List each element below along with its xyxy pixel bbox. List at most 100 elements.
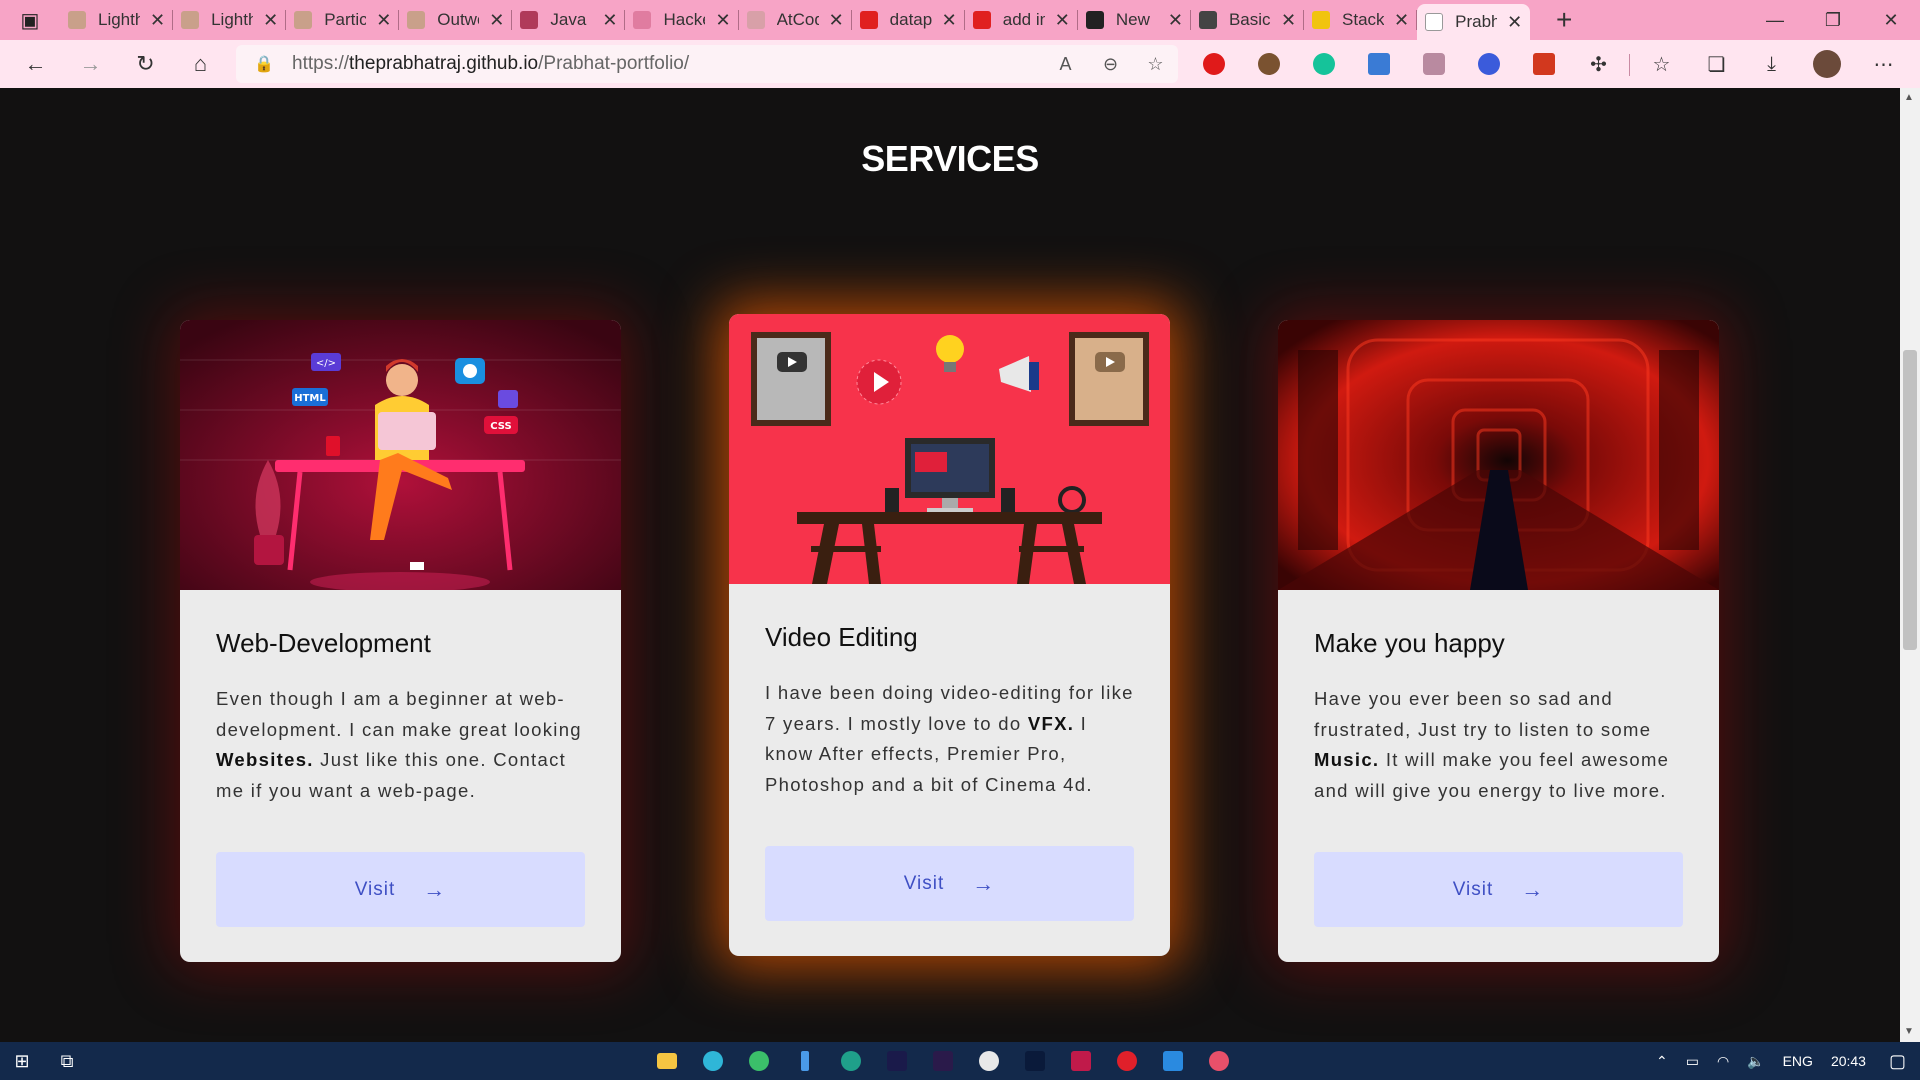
edge-dev-icon[interactable] [828,1042,874,1080]
opera-icon[interactable] [1104,1042,1150,1080]
premiere-pro-icon[interactable] [920,1042,966,1080]
address-bar[interactable]: 🔒 https://theprabhatraj.github.io/Prabha… [236,45,1178,83]
close-tab-icon[interactable]: ✕ [1394,10,1409,31]
back-icon[interactable]: ← [8,40,63,88]
browser-tab[interactable]: Outworld ✕ [399,0,513,40]
tab-favicon-icon [68,11,86,29]
tab-title: Lighthouse [211,10,254,29]
html-badge-label: HTML [294,393,326,404]
new-tab-button[interactable]: + [1544,4,1584,36]
pen-app-icon[interactable] [782,1042,828,1080]
close-window-icon[interactable]: ✕ [1862,0,1920,40]
visit-button-web-development[interactable]: Visit → [216,852,585,927]
bookmark-extension-icon[interactable] [1516,40,1571,88]
url-text[interactable]: https://theprabhatraj.github.io/Prabhat-… [292,53,1043,75]
tab-title: add in [1002,10,1045,29]
browser-tab[interactable]: Lighthouse ✕ [60,0,174,40]
browser-tab[interactable]: Prabhat ✕ [1417,4,1531,40]
browser-tab[interactable]: Hackerrank ✕ [625,0,739,40]
close-tab-icon[interactable]: ✕ [150,10,165,31]
close-tab-icon[interactable]: ✕ [942,10,957,31]
more-menu-icon[interactable]: ⋯ [1856,40,1911,88]
vscode-icon[interactable] [1150,1042,1196,1080]
restore-icon[interactable]: ❐ [1804,0,1862,40]
battery-icon[interactable]: ▭ [1677,1053,1708,1070]
show-hidden-icons-icon[interactable]: ⌃ [1647,1053,1677,1070]
close-tab-icon[interactable]: ✕ [602,10,617,31]
volume-icon[interactable]: 🔈 [1738,1053,1773,1070]
browser-tab[interactable]: add in ✕ [965,0,1078,40]
forward-icon[interactable]: → [63,40,118,88]
vpn-extension-icon[interactable] [1351,40,1406,88]
favorites-icon[interactable]: ☆ [1634,40,1689,88]
refresh-icon[interactable]: ↻ [118,40,173,88]
close-tab-icon[interactable]: ✕ [376,10,391,31]
windows-start-icon[interactable]: ⊞ [0,1042,44,1080]
language-indicator[interactable]: ENG [1774,1053,1822,1069]
browser-tab[interactable]: AtCoder ✕ [739,0,852,40]
infinity-extension-icon[interactable] [1461,40,1516,88]
minimize-icon[interactable]: — [1746,0,1804,40]
add-favorite-icon[interactable]: ☆ [1133,54,1178,75]
scroll-up-icon[interactable]: ▲ [1904,92,1914,103]
tab-favicon-icon [1198,11,1217,29]
close-tab-icon[interactable]: ✕ [1281,10,1296,31]
scrollbar-thumb[interactable] [1903,350,1917,650]
visit-button-make-you-happy[interactable]: Visit → [1314,852,1683,927]
cinema4d-icon[interactable] [966,1042,1012,1080]
zoom-icon[interactable]: ⊖ [1088,54,1133,75]
visit-button-video-editing[interactable]: Visit → [765,846,1134,921]
media-app-icon[interactable] [1196,1042,1242,1080]
system-tray: ⌃ ▭ ◠ 🔈 ENG 20:43 ▢ [1647,1042,1920,1080]
read-aloud-icon[interactable]: A [1043,54,1088,75]
code-badge-label: </> [316,358,336,369]
notifications-icon[interactable]: ▢ [1875,1051,1920,1072]
grammarly-extension-icon[interactable] [1296,40,1351,88]
description-emphasis: Websites. [216,749,314,770]
close-tab-icon[interactable]: ✕ [1055,10,1070,31]
close-tab-icon[interactable]: ✕ [715,10,730,31]
collections-icon[interactable]: ❏ [1689,40,1744,88]
profile-avatar[interactable] [1799,40,1854,88]
file-explorer-icon[interactable] [644,1042,690,1080]
intellij-icon[interactable] [1058,1042,1104,1080]
window-controls: — ❐ ✕ [1746,0,1920,40]
browser-tab[interactable]: Java Basics ✕ [512,0,626,40]
after-effects-icon[interactable] [874,1042,920,1080]
red-tunnel-image [1278,320,1719,590]
tab-strip: ▣ Lighthouse✕Lighthouse✕Particles✕Outwor… [0,0,1920,40]
tab-favicon-icon [633,11,652,29]
clock[interactable]: 20:43 [1822,1053,1875,1069]
close-tab-icon[interactable]: ✕ [489,10,504,31]
screenshot-extension-icon[interactable] [1406,40,1461,88]
lock-icon[interactable]: 🔒 [236,54,292,74]
wifi-icon[interactable]: ◠ [1708,1053,1738,1070]
tab-actions-menu-icon[interactable]: ▣ [0,0,60,40]
browser-tab[interactable]: Particles ✕ [286,0,400,40]
tab-title: Outworld [437,10,479,29]
card-description: Even though I am a beginner at web-devel… [216,684,588,806]
description-emphasis: Music. [1314,749,1380,770]
cookie-extension-icon[interactable] [1241,40,1296,88]
edge-browser-icon[interactable] [690,1042,736,1080]
photoshop-icon[interactable] [1012,1042,1058,1080]
browser-tab[interactable]: Basic ✕ [1191,0,1305,40]
scroll-down-icon[interactable]: ▼ [1904,1026,1914,1037]
tab-title: datapack [889,10,932,29]
home-icon[interactable]: ⌂ [173,40,228,88]
browser-tab[interactable]: datapack ✕ [852,0,965,40]
browser-tab[interactable]: Lighthouse ✕ [173,0,287,40]
close-tab-icon[interactable]: ✕ [1507,12,1522,33]
service-card-web-development: </> HTML CSS Web-Development Even though… [180,320,621,962]
task-view-icon[interactable]: ⧉ [44,1042,90,1080]
close-tab-icon[interactable]: ✕ [829,10,844,31]
browser-tab[interactable]: Stack ✕ [1304,0,1418,40]
adblock-extension-icon[interactable] [1186,40,1241,88]
extensions-icon[interactable]: ✣ [1571,40,1626,88]
close-tab-icon[interactable]: ✕ [263,10,278,31]
close-tab-icon[interactable]: ✕ [1168,10,1183,31]
edge-beta-icon[interactable] [736,1042,782,1080]
description-text: Even though I am a beginner at web-devel… [216,688,582,740]
downloads-icon[interactable]: ⤓ [1744,40,1799,88]
browser-tab[interactable]: New ✕ [1078,0,1192,40]
